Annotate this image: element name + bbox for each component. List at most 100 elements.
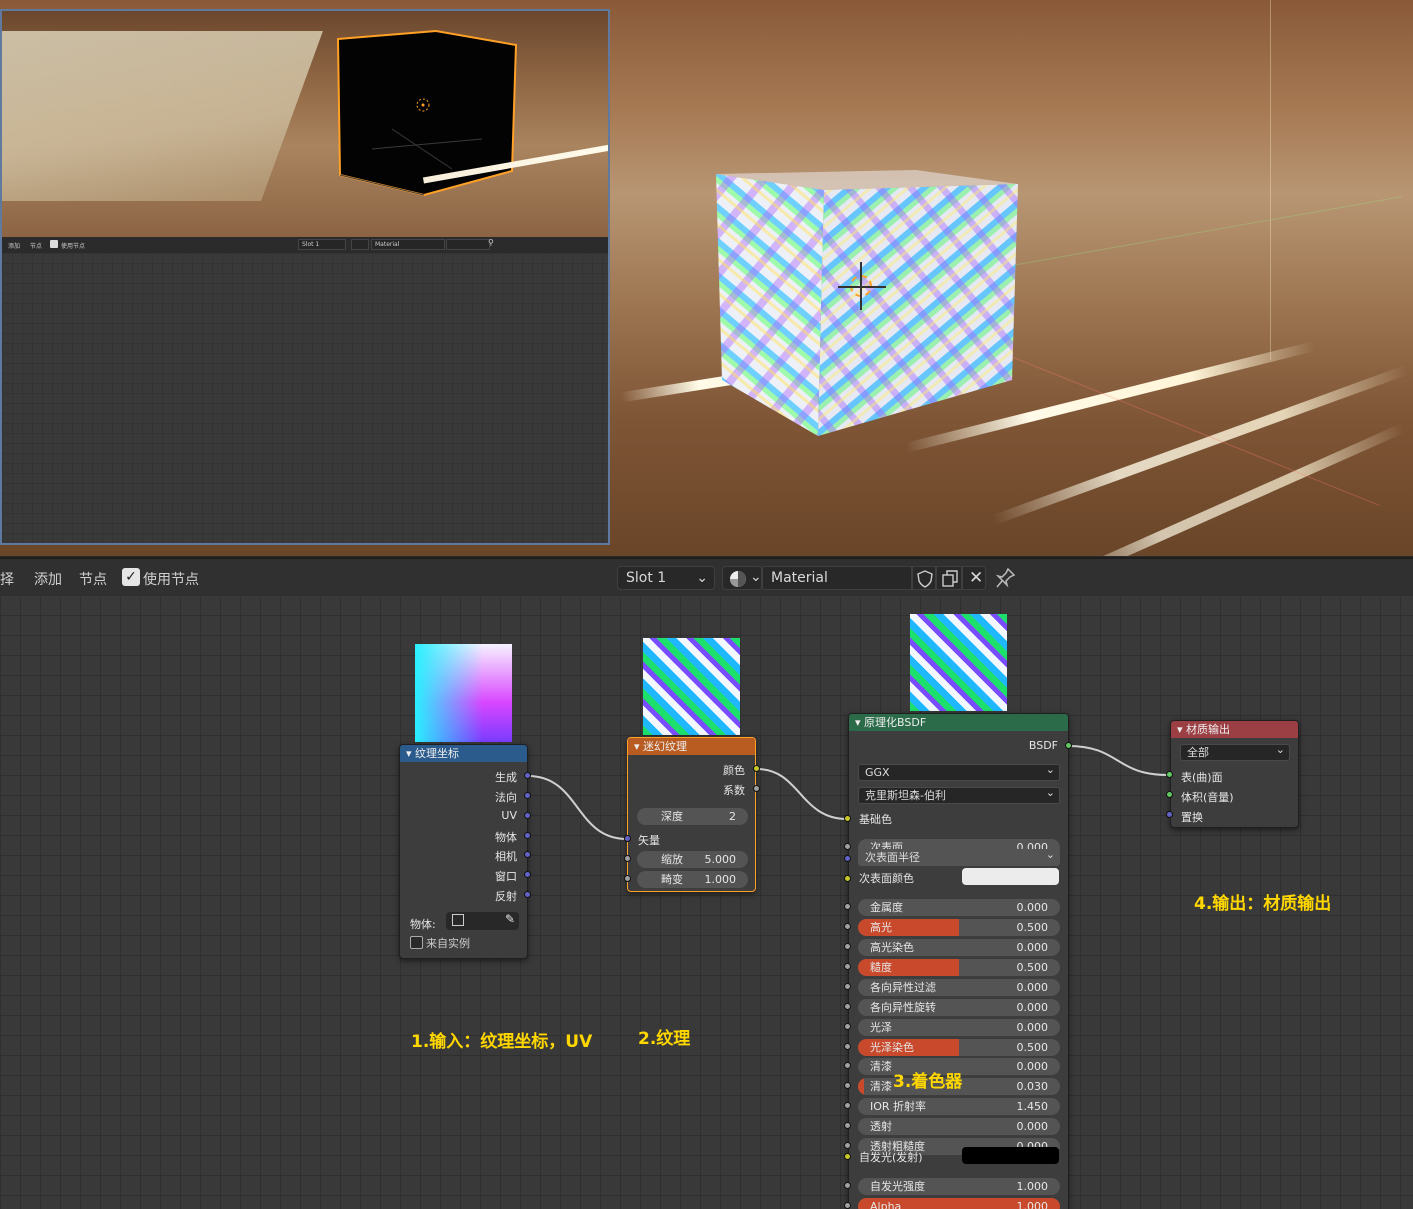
link-bsdf-to-surface — [1067, 745, 1169, 776]
bsdf-param-value: 0.000 — [1016, 1001, 1049, 1014]
object-picker-field[interactable]: ✎ — [446, 912, 519, 930]
output-header[interactable]: ▾ 材质输出 — [1171, 721, 1298, 738]
socket-volume-in[interactable] — [1166, 791, 1173, 798]
inset-material-name[interactable]: Material — [371, 239, 445, 250]
slot-dropdown[interactable]: Slot 1 ⌄ — [617, 566, 715, 590]
collapse-arrow-icon[interactable]: ▾ — [1177, 723, 1186, 736]
socket-object[interactable] — [524, 832, 531, 839]
socket-fac-out[interactable] — [753, 785, 760, 792]
socket-vector-in[interactable] — [624, 835, 631, 842]
socket-emission-in[interactable] — [844, 1153, 851, 1160]
bsdf-param-field[interactable]: 高光 0.500 — [858, 919, 1060, 936]
emission-color-swatch[interactable] — [962, 1147, 1059, 1164]
material-output-node[interactable]: ▾ 材质输出 全部 表(曲)面 体积(音量) 置换 — [1170, 720, 1299, 828]
distortion-field[interactable]: 畸变 1.000 — [637, 871, 748, 888]
bsdf-param-socket[interactable] — [844, 963, 851, 970]
bsdf-param-socket[interactable] — [844, 1023, 851, 1030]
material-name-field[interactable]: Material — [762, 566, 912, 590]
bsdf-param-socket[interactable] — [844, 843, 851, 850]
socket-subsurface-color-in[interactable] — [844, 875, 851, 882]
principled-bsdf-node[interactable]: ▾ 原理化BSDF BSDF GGX 克里斯坦森-伯利 基础色 次表面0.000… — [848, 713, 1069, 1209]
target-dropdown[interactable]: 全部 — [1180, 742, 1290, 761]
3d-viewport[interactable]: 添加 节点 使用节点 Slot 1 Material ⚲ — [0, 0, 1413, 556]
add-menu[interactable]: 添加 — [34, 569, 62, 589]
socket-generated[interactable] — [524, 772, 531, 779]
texture-coordinate-node[interactable]: ▾ 纹理坐标 生成 法向 UV 物体 相机 窗口 反射 物体: ✎ 来自实例 — [399, 744, 528, 959]
socket-normal[interactable] — [524, 792, 531, 799]
inset-pin-icon[interactable]: ⚲ — [488, 238, 494, 247]
pin-icon[interactable] — [996, 567, 1016, 589]
inset-node-editor[interactable] — [2, 253, 608, 543]
bsdf-param-field[interactable]: 高光染色 0.000 — [858, 939, 1060, 956]
subsurface-color-swatch[interactable] — [962, 868, 1059, 885]
inset-cube[interactable] — [332, 29, 522, 199]
node-menu[interactable]: 节点 — [79, 569, 107, 589]
bsdf-param-field[interactable]: 金属度 0.000 — [858, 899, 1060, 916]
socket-base-color-in[interactable] — [844, 815, 851, 822]
eyedropper-icon[interactable]: ✎ — [505, 912, 515, 926]
use-nodes-checkbox[interactable]: ✓ — [122, 568, 140, 586]
bsdf-param-socket[interactable] — [844, 1003, 851, 1010]
bsdf-param-socket[interactable] — [844, 1062, 851, 1069]
collapse-arrow-icon[interactable]: ▾ — [855, 716, 864, 729]
collapse-arrow-icon[interactable]: ▾ — [634, 740, 643, 753]
bsdf-param-field[interactable]: Alpha 1.000 — [858, 1198, 1060, 1209]
inset-material-type-icon[interactable] — [351, 239, 369, 250]
inset-slot-dropdown[interactable]: Slot 1 — [298, 239, 346, 250]
bsdf-param-socket[interactable] — [844, 1043, 851, 1050]
socket-color-out[interactable] — [753, 765, 760, 772]
magic-header[interactable]: ▾ 迷幻纹理 — [628, 738, 755, 755]
socket-window[interactable] — [524, 871, 531, 878]
material-browse-button[interactable]: ⌄ — [722, 566, 762, 590]
bsdf-param-socket[interactable] — [844, 983, 851, 990]
subsurface-radius-field[interactable]: 次表面半径 — [858, 847, 1060, 866]
fake-user-button[interactable] — [912, 566, 936, 590]
inset-material-buttons[interactable] — [446, 239, 490, 250]
bsdf-header[interactable]: ▾ 原理化BSDF — [849, 714, 1068, 731]
bsdf-param-socket[interactable] — [844, 1182, 851, 1189]
node-editor-canvas[interactable]: ▾ 纹理坐标 生成 法向 UV 物体 相机 窗口 反射 物体: ✎ 来自实例 ▾… — [0, 595, 1413, 1209]
bsdf-param-socket[interactable] — [844, 1082, 851, 1089]
bsdf-param-socket[interactable] — [844, 1142, 851, 1149]
socket-uv[interactable] — [524, 812, 531, 819]
bsdf-param-field[interactable]: 各向异性旋转 0.000 — [858, 999, 1060, 1016]
inset-node-menu[interactable]: 节点 — [30, 241, 42, 250]
socket-displacement-in[interactable] — [1166, 811, 1173, 818]
bsdf-param-socket[interactable] — [844, 1122, 851, 1129]
bsdf-param-field[interactable]: 各向异性过滤 0.000 — [858, 979, 1060, 996]
inset-add-menu[interactable]: 添加 — [8, 241, 20, 250]
collapse-arrow-icon[interactable]: ▾ — [406, 747, 415, 760]
bsdf-param-socket[interactable] — [844, 923, 851, 930]
socket-bsdf-out[interactable] — [1065, 742, 1072, 749]
socket-surface-in[interactable] — [1166, 771, 1173, 778]
bsdf-param-field[interactable]: 透射 0.000 — [858, 1118, 1060, 1135]
socket-distortion-in[interactable] — [624, 875, 631, 882]
scale-field[interactable]: 缩放 5.000 — [637, 851, 748, 868]
bsdf-param-socket[interactable] — [844, 1202, 851, 1209]
bsdf-param-socket[interactable] — [844, 943, 851, 950]
bsdf-param-field[interactable]: 糙度 0.500 — [858, 959, 1060, 976]
distribution-dropdown[interactable]: GGX — [858, 762, 1060, 781]
inset-use-nodes-checkbox[interactable] — [50, 240, 58, 248]
socket-reflection[interactable] — [524, 891, 531, 898]
bsdf-param-field[interactable]: 自发光强度 1.000 — [858, 1178, 1060, 1195]
texcoord-header[interactable]: ▾ 纹理坐标 — [400, 745, 527, 762]
bsdf-param-field[interactable]: 光泽染色 0.500 — [858, 1039, 1060, 1056]
from-instancer-checkbox[interactable] — [410, 936, 423, 949]
socket-subsurface-radius-in[interactable] — [844, 855, 851, 862]
depth-field[interactable]: 深度 2 — [637, 808, 748, 825]
bsdf-param-socket[interactable] — [844, 1102, 851, 1109]
inset-viewport[interactable] — [2, 11, 608, 237]
slider-fill — [858, 1078, 865, 1095]
subsurface-method-dropdown[interactable]: 克里斯坦森-伯利 — [858, 785, 1060, 804]
socket-camera[interactable] — [524, 851, 531, 858]
socket-scale-in[interactable] — [624, 855, 631, 862]
textured-cube[interactable] — [716, 168, 1018, 436]
magic-texture-node[interactable]: ▾ 迷幻纹理 颜色 系数 深度 2 矢量 缩放 5.000 畸变 1.000 — [627, 737, 756, 892]
bsdf-param-field[interactable]: 光泽 0.000 — [858, 1019, 1060, 1036]
bsdf-param-socket[interactable] — [844, 903, 851, 910]
unlink-material-button[interactable]: ✕ — [962, 566, 986, 590]
bsdf-param-field[interactable]: IOR 折射率 1.450 — [858, 1098, 1060, 1115]
select-menu[interactable]: 选择 — [0, 569, 14, 589]
duplicate-material-button[interactable] — [936, 566, 962, 590]
